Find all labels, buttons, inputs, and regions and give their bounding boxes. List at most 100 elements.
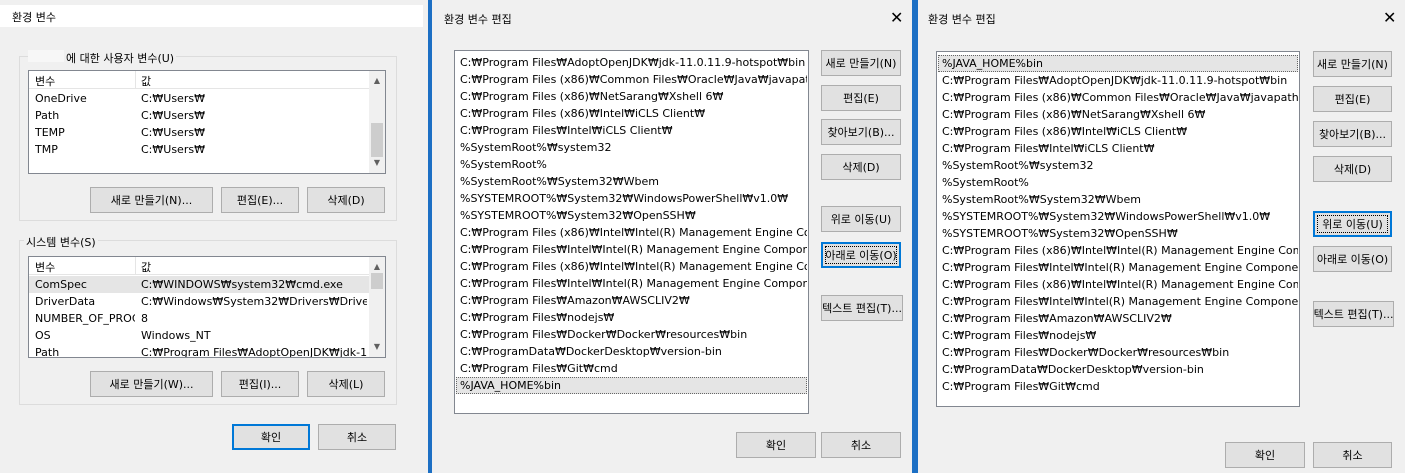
system-new-button[interactable]: 새로 만들기(W)... [90,371,213,397]
list-item[interactable]: %JAVA_HOME%bin [938,55,1298,72]
list-item[interactable]: C:₩Program Files₩Intel₩Intel(R) Manageme… [938,293,1298,310]
path-entry: C:₩Program Files₩Amazon₩AWSCLIV2₩ [942,312,1172,325]
path-entry: C:₩Program Files₩Intel₩iCLS Client₩ [942,142,1155,155]
user-delete-button[interactable]: 삭제(D) [307,187,385,213]
user-edit-button[interactable]: 편집(E)... [221,187,299,213]
list-item[interactable]: %SYSTEMROOT%₩System32₩WindowsPowerShell₩… [456,190,807,207]
move-up-button[interactable]: 위로 이동(U) [821,206,901,232]
table-row[interactable]: TEMP C:₩Users₩ [29,124,369,141]
list-item[interactable]: C:₩Program Files (x86)₩Intel₩Intel(R) Ma… [938,276,1298,293]
scroll-thumb[interactable] [371,273,383,289]
move-down-button[interactable]: 아래로 이동(O) [821,242,901,268]
scroll-down-icon[interactable]: ▼ [369,339,385,355]
list-item[interactable]: C:₩Program Files₩Intel₩Intel(R) Manageme… [938,259,1298,276]
path-entry: C:₩Program Files (x86)₩NetSarang₩Xshell … [460,90,724,103]
table-row[interactable]: OneDrive C:₩Users₩ [29,90,369,107]
table-row[interactable]: NUMBER_OF_PROC... 8 [29,310,369,327]
list-item[interactable]: C:₩ProgramData₩DockerDesktop₩version-bin [938,361,1298,378]
table-row[interactable]: Path C:₩Program Files₩AdoptOpenJDK₩jdk-11… [29,344,369,358]
user-vars-list[interactable]: 변수 값 OneDrive C:₩Users₩ Path C:₩Users₩ TEMP C… [28,70,386,174]
list-item[interactable]: C:₩Program Files (x86)₩Common Files₩Orac… [938,89,1298,106]
list-item[interactable]: C:₩Program Files₩Docker₩Docker₩resources… [938,344,1298,361]
list-item[interactable]: C:₩Program Files (x86)₩Intel₩Intel(R) Ma… [938,242,1298,259]
scroll-thumb[interactable] [371,123,383,157]
list-item[interactable]: C:₩Program Files₩Docker₩Docker₩resources… [456,326,807,343]
table-row[interactable]: DriverData C:₩Windows₩System32₩Drivers₩Dr… [29,293,369,310]
list-item[interactable]: %SystemRoot% [456,156,807,173]
scroll-up-icon[interactable]: ▲ [369,73,385,89]
list-item[interactable]: C:₩Program Files₩Amazon₩AWSCLIV2₩ [938,310,1298,327]
list-item[interactable]: C:₩Program Files₩AdoptOpenJDK₩jdk-11.0.1… [938,72,1298,89]
column-value[interactable]: 값 [141,259,151,275]
cancel-button[interactable]: 취소 [821,432,901,458]
move-down-button[interactable]: 아래로 이동(O) [1313,246,1392,272]
system-delete-button[interactable]: 삭제(L) [307,371,385,397]
edit-button[interactable]: 편집(E) [1313,86,1392,112]
close-icon[interactable]: ✕ [1383,8,1396,27]
edit-text-button[interactable]: 텍스트 편집(T)... [821,295,903,321]
table-row[interactable]: Path C:₩Users₩ [29,107,369,124]
ok-button[interactable]: 확인 [232,424,310,450]
list-item[interactable]: C:₩Program Files₩Intel₩iCLS Client₩ [938,140,1298,157]
table-row[interactable]: TMP C:₩Users₩ [29,141,369,158]
edit-button[interactable]: 편집(E) [821,85,901,111]
list-item[interactable]: %JAVA_HOME%bin [456,377,807,394]
move-up-button[interactable]: 위로 이동(U) [1313,211,1392,237]
path-entry: C:₩Program Files (x86)₩Intel₩iCLS Client… [942,125,1188,138]
column-variable[interactable]: 변수 [35,259,55,275]
ok-button[interactable]: 확인 [1225,442,1305,468]
user-new-button[interactable]: 새로 만들기(N)... [90,187,213,213]
column-value[interactable]: 값 [141,73,151,89]
system-vars-list[interactable]: 변수 값 ComSpec C:₩WINDOWS₩system32₩cmd.exe D… [28,256,386,358]
list-item[interactable]: %SystemRoot%₩System32₩Wbem [938,191,1298,208]
list-item[interactable]: C:₩Program Files₩Git₩cmd [938,378,1298,395]
table-row[interactable]: ComSpec C:₩WINDOWS₩system32₩cmd.exe [29,276,369,293]
list-item[interactable]: C:₩Program Files₩nodejs₩ [456,309,807,326]
variable-name: Path [35,346,60,358]
browse-button[interactable]: 찾아보기(B)... [821,119,901,145]
list-item[interactable]: C:₩Program Files (x86)₩Intel₩iCLS Client… [456,105,807,122]
list-item[interactable]: C:₩Program Files (x86)₩Intel₩Intel(R) Ma… [456,258,807,275]
user-list-scrollbar[interactable]: ▲ ▼ [369,71,385,173]
close-icon[interactable]: ✕ [890,8,903,27]
table-row[interactable]: OS Windows_NT [29,327,369,344]
edit-text-button[interactable]: 텍스트 편집(T)... [1313,301,1394,327]
path-entry: C:₩Program Files₩Intel₩Intel(R) Manageme… [460,277,807,290]
system-edit-button[interactable]: 편집(I)... [221,371,299,397]
list-item[interactable]: C:₩Program Files₩Intel₩Intel(R) Manageme… [456,275,807,292]
column-variable[interactable]: 변수 [35,73,55,89]
list-item[interactable]: %SystemRoot% [938,174,1298,191]
list-item[interactable]: %SystemRoot%₩System32₩Wbem [456,173,807,190]
scroll-down-icon[interactable]: ▼ [369,155,385,171]
cancel-button[interactable]: 취소 [318,424,396,450]
list-item[interactable]: %SYSTEMROOT%₩System32₩OpenSSH₩ [938,225,1298,242]
list-item[interactable]: %SystemRoot%₩system32 [938,157,1298,174]
cancel-button[interactable]: 취소 [1313,442,1392,468]
new-button[interactable]: 새로 만들기(N) [821,50,901,76]
list-item[interactable]: C:₩Program Files₩Intel₩Intel(R) Manageme… [456,241,807,258]
delete-button[interactable]: 삭제(D) [1313,156,1392,182]
list-item[interactable]: C:₩Program Files (x86)₩NetSarang₩Xshell … [938,106,1298,123]
list-item[interactable]: C:₩Program Files₩Amazon₩AWSCLIV2₩ [456,292,807,309]
list-item[interactable]: C:₩Program Files (x86)₩NetSarang₩Xshell … [456,88,807,105]
list-item[interactable]: C:₩Program Files (x86)₩Intel₩iCLS Client… [938,123,1298,140]
ok-button[interactable]: 확인 [736,432,816,458]
new-button[interactable]: 새로 만들기(N) [1313,51,1392,77]
list-item[interactable]: C:₩Program Files₩Intel₩iCLS Client₩ [456,122,807,139]
path-entry: C:₩Program Files₩Intel₩Intel(R) Manageme… [460,243,807,256]
list-item[interactable]: C:₩ProgramData₩DockerDesktop₩version-bin [456,343,807,360]
list-item[interactable]: %SystemRoot%₩system32 [456,139,807,156]
list-item[interactable]: %SYSTEMROOT%₩System32₩OpenSSH₩ [456,207,807,224]
browse-button[interactable]: 찾아보기(B)... [1313,121,1392,147]
list-item[interactable]: C:₩Program Files (x86)₩Common Files₩Orac… [456,71,807,88]
list-item[interactable]: %SYSTEMROOT%₩System32₩WindowsPowerShell₩… [938,208,1298,225]
system-list-scrollbar[interactable]: ▲ ▼ [369,257,385,357]
path-list[interactable]: C:₩Program Files₩AdoptOpenJDK₩jdk-11.0.1… [454,50,809,414]
list-item[interactable]: C:₩Program Files (x86)₩Intel₩Intel(R) Ma… [456,224,807,241]
list-item[interactable]: C:₩Program Files₩AdoptOpenJDK₩jdk-11.0.1… [456,54,807,71]
variable-value: C:₩WINDOWS₩system32₩cmd.exe [141,278,343,291]
list-item[interactable]: C:₩Program Files₩nodejs₩ [938,327,1298,344]
delete-button[interactable]: 삭제(D) [821,154,901,180]
path-list[interactable]: %JAVA_HOME%bin C:₩Program Files₩AdoptOpen… [936,51,1300,407]
list-item[interactable]: C:₩Program Files₩Git₩cmd [456,360,807,377]
